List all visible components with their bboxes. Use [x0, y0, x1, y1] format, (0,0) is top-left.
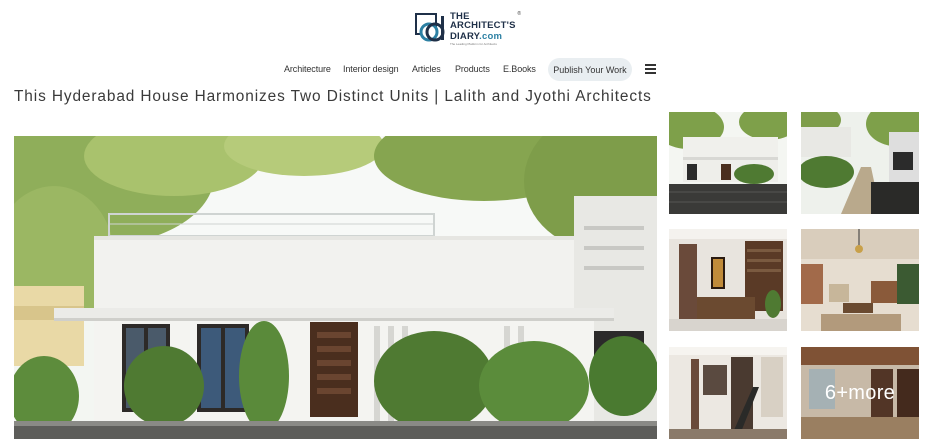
gallery-thumbnail[interactable] [801, 229, 919, 331]
nav-item-architecture[interactable]: Architecture [284, 64, 331, 74]
main-nav: Architecture Interior design Articles Pr… [0, 58, 931, 82]
nav-item-products[interactable]: Products [455, 64, 490, 74]
logo-line2-suffix: .com [479, 30, 503, 42]
gallery-thumbnail[interactable] [801, 112, 919, 214]
publish-your-work-button[interactable]: Publish Your Work [548, 58, 632, 81]
main-gallery-image[interactable] [14, 136, 657, 439]
logo-line1: THE ARCHITECT'S [450, 10, 516, 32]
living-room-interior-photo [669, 229, 787, 331]
house-front-exterior-photo [669, 112, 787, 214]
registered-mark: ® [517, 11, 521, 17]
logo-mark-icon [415, 13, 447, 45]
gallery-thumbnail[interactable]: 6+more [801, 347, 919, 439]
gallery-thumbnail[interactable] [669, 229, 787, 331]
seating-area-interior-photo [801, 229, 919, 331]
logo-tagline: The Leading Platform for Architects [450, 42, 497, 47]
nav-item-articles[interactable]: Articles [412, 64, 441, 74]
hamburger-menu-icon[interactable] [645, 64, 656, 74]
article-title: This Hyderabad House Harmonizes Two Dist… [14, 88, 652, 105]
gallery-thumbnail[interactable] [669, 347, 787, 439]
side-courtyard-photo [801, 112, 919, 214]
logo-line2-main: DIARY [450, 30, 480, 42]
nav-item-ebooks[interactable]: E.Books [503, 64, 536, 74]
staircase-interior-photo [669, 347, 787, 439]
site-logo[interactable]: THE ARCHITECT'S DIARY.com The Leading Pl… [415, 10, 525, 48]
gallery-thumbnail[interactable] [669, 112, 787, 214]
nav-item-interior-design[interactable]: Interior design [343, 64, 399, 74]
house-exterior-photo [14, 136, 657, 439]
logo-text: THE ARCHITECT'S DIARY.com The Leading Pl… [450, 12, 525, 47]
more-photos-overlay[interactable]: 6+more [801, 347, 919, 439]
logo-line2: DIARY.com [450, 32, 525, 42]
